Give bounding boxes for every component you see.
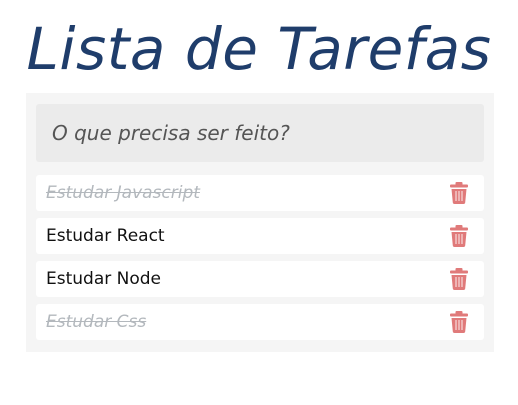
todo-item[interactable]: Estudar Javascript [36, 175, 484, 211]
todo-label[interactable]: Estudar Css [46, 312, 146, 332]
todo-item[interactable]: Estudar Css [36, 304, 484, 340]
new-todo-input[interactable] [52, 121, 484, 145]
page-title: Lista de Tarefas [26, 15, 492, 83]
todo-list: Estudar Javascript Estudar React Estudar… [36, 175, 484, 347]
todo-label[interactable]: Estudar Node [46, 269, 161, 289]
new-todo-field[interactable] [36, 104, 484, 162]
todo-item[interactable]: Estudar Node [36, 261, 484, 297]
todo-item[interactable]: Estudar React [36, 218, 484, 254]
trash-icon[interactable] [450, 225, 468, 247]
todo-app: Lista de Tarefas Estudar Javascript Estu… [0, 0, 518, 405]
trash-icon[interactable] [450, 268, 468, 290]
todo-panel: Estudar Javascript Estudar React [26, 93, 494, 352]
todo-label[interactable]: Estudar React [46, 226, 165, 246]
trash-icon[interactable] [450, 311, 468, 333]
trash-icon[interactable] [450, 182, 468, 204]
todo-label[interactable]: Estudar Javascript [46, 183, 200, 203]
